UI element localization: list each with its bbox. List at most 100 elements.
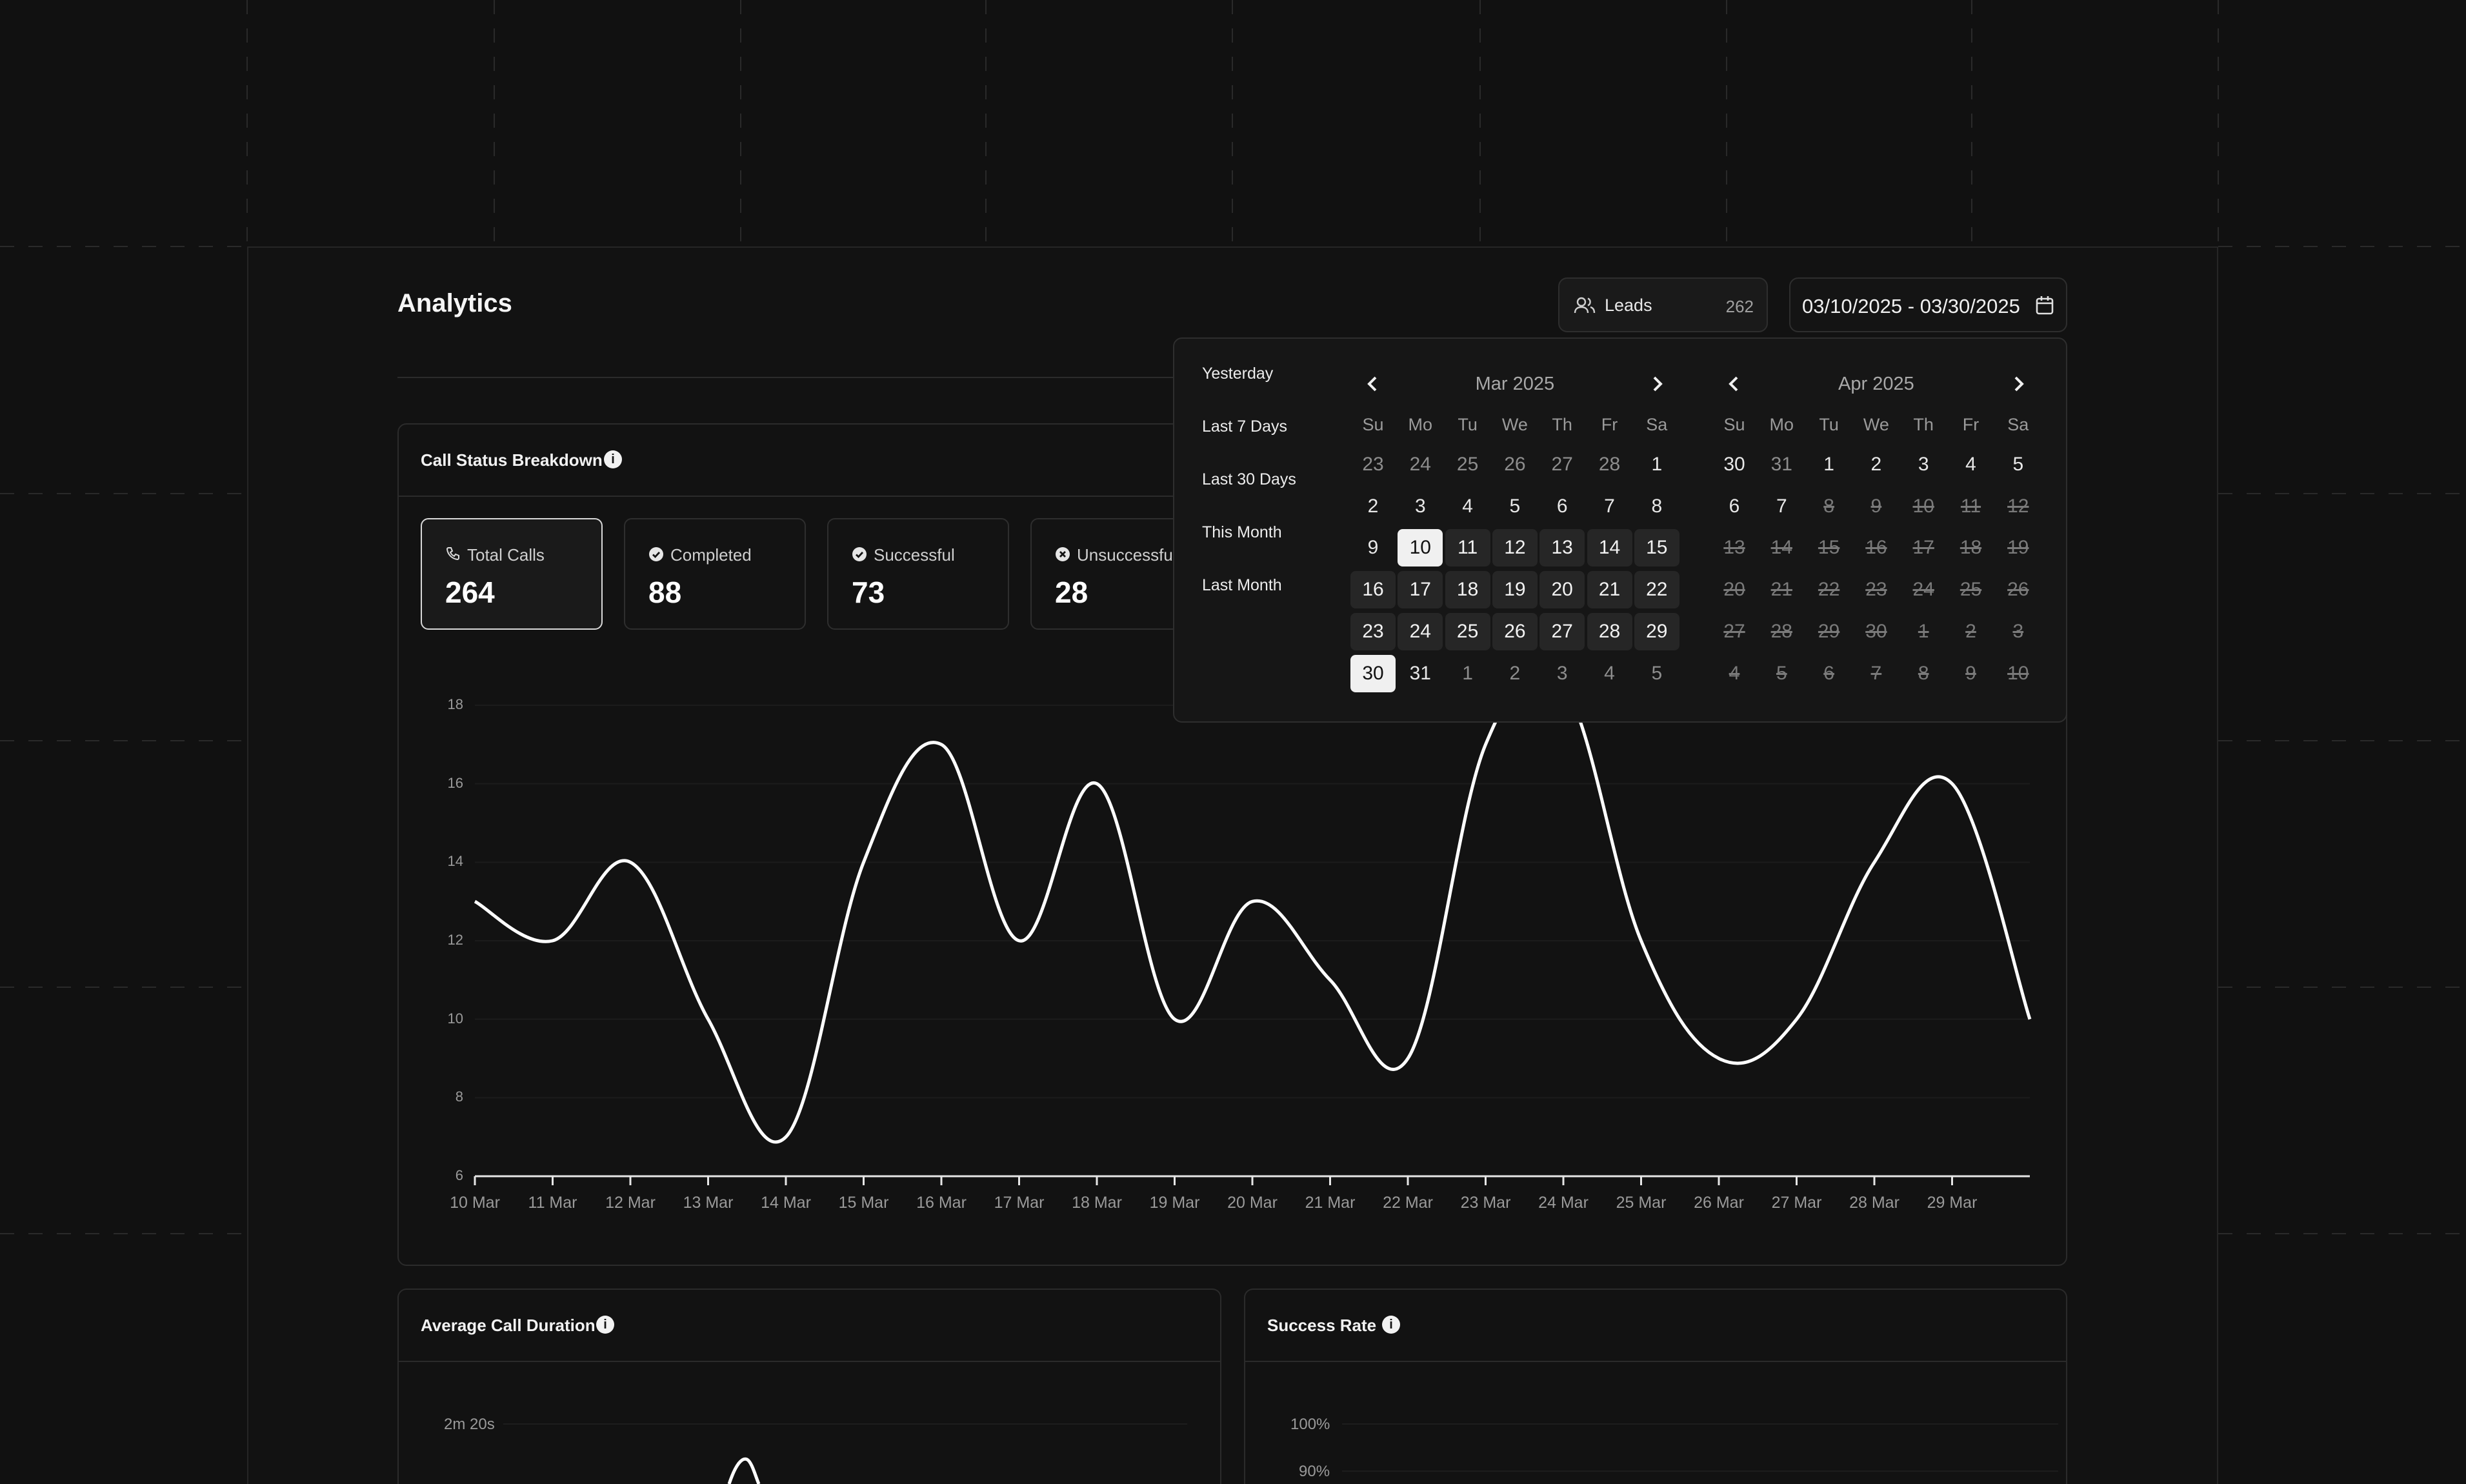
weekday-label: Su bbox=[1723, 415, 1745, 434]
calendar-day[interactable]: 5 bbox=[1634, 655, 1679, 692]
calendar-day[interactable]: 2 bbox=[1854, 446, 1899, 483]
calendar-day[interactable]: 19 bbox=[1492, 571, 1538, 609]
weekday-label: Th bbox=[1913, 415, 1934, 434]
calendar-day[interactable]: 2 bbox=[1492, 655, 1538, 692]
calendar-day[interactable]: 25 bbox=[1445, 446, 1490, 483]
card-header: Success Rate i bbox=[1245, 1290, 2066, 1362]
calendar-day[interactable]: 28 bbox=[1587, 446, 1632, 483]
calendar-day: 20 bbox=[1723, 579, 1745, 601]
y-tick-label: 2m 20s bbox=[444, 1416, 495, 1433]
calendar-day[interactable]: 27 bbox=[1539, 612, 1585, 650]
calendar-day: 5 bbox=[1776, 662, 1787, 684]
calendar-day[interactable]: 29 bbox=[1634, 612, 1679, 650]
prev-month-chevron-left-icon[interactable] bbox=[1360, 371, 1386, 397]
stat-label: Successful bbox=[874, 545, 955, 565]
calendar-day[interactable]: 6 bbox=[1712, 488, 1757, 525]
calendar-day[interactable]: 7 bbox=[1587, 488, 1632, 525]
calendar-day[interactable]: 22 bbox=[1634, 571, 1679, 609]
prev-month-chevron-left-icon[interactable] bbox=[1721, 371, 1747, 397]
calendar-day: 9 bbox=[1870, 495, 1882, 517]
calendar-day: 8 bbox=[1823, 495, 1834, 517]
calendar-day: 26 bbox=[2007, 579, 2029, 601]
calendar-day[interactable]: 26 bbox=[1492, 446, 1538, 483]
calendar-day[interactable]: 31 bbox=[1398, 655, 1443, 692]
calendar-day: 10 bbox=[1912, 495, 1934, 517]
calendar-day[interactable]: 6 bbox=[1539, 488, 1585, 525]
date-range-button[interactable]: 03/10/2025 - 03/30/2025 bbox=[1789, 277, 2067, 332]
stat-completed[interactable]: Completed 88 bbox=[624, 518, 806, 630]
x-tick-label: 23 Mar bbox=[1460, 1194, 1511, 1212]
card-title: Success Rate bbox=[1267, 1316, 1377, 1335]
calendar-day[interactable]: 12 bbox=[1492, 529, 1538, 567]
calendar-day[interactable]: 17 bbox=[1398, 571, 1443, 609]
preset-last-30-days[interactable]: Last 30 Days bbox=[1202, 470, 1296, 489]
calendar-day: 30 bbox=[1865, 620, 1887, 642]
calendar-day[interactable]: 5 bbox=[1492, 488, 1538, 525]
calendar-day[interactable]: 28 bbox=[1587, 612, 1632, 650]
calendar-day[interactable]: 30 bbox=[1350, 654, 1396, 692]
users-icon bbox=[1574, 297, 1596, 314]
calendar-day[interactable]: 24 bbox=[1398, 612, 1443, 650]
preset-this-month[interactable]: This Month bbox=[1202, 523, 1282, 542]
calendar-day[interactable]: 11 bbox=[1445, 529, 1490, 567]
calendar-day[interactable]: 8 bbox=[1634, 488, 1679, 525]
preset-yesterday[interactable]: Yesterday bbox=[1202, 365, 1273, 383]
next-month-chevron-right-icon[interactable] bbox=[1644, 371, 1670, 397]
info-icon[interactable]: i bbox=[1382, 1316, 1400, 1334]
calendar-day[interactable]: 14 bbox=[1587, 529, 1632, 567]
calendar-day: 16 bbox=[1865, 537, 1887, 559]
calendar-day: 19 bbox=[2007, 537, 2029, 559]
calendar-day[interactable]: 30 bbox=[1712, 446, 1757, 483]
calendar-day[interactable]: 10 bbox=[1398, 529, 1443, 567]
info-icon[interactable]: i bbox=[604, 450, 622, 468]
x-tick-label: 16 Mar bbox=[916, 1194, 967, 1212]
calendar-day[interactable]: 1 bbox=[1807, 446, 1852, 483]
calendar-day[interactable]: 15 bbox=[1634, 529, 1679, 567]
calendar-day[interactable]: 24 bbox=[1398, 446, 1443, 483]
calendar-day: 15 bbox=[1818, 537, 1840, 559]
calendar-day[interactable]: 21 bbox=[1587, 571, 1632, 609]
calendar-day: 8 bbox=[1918, 662, 1929, 684]
calendar-day[interactable]: 1 bbox=[1445, 655, 1490, 692]
x-tick-label: 21 Mar bbox=[1305, 1194, 1356, 1212]
y-tick-label: 14 bbox=[447, 853, 463, 870]
calendar-day[interactable]: 9 bbox=[1350, 529, 1396, 567]
calendar-day[interactable]: 20 bbox=[1539, 571, 1585, 609]
calendar-day[interactable]: 4 bbox=[1949, 446, 1994, 483]
stat-successful[interactable]: Successful 73 bbox=[827, 518, 1009, 630]
calendar-day[interactable]: 23 bbox=[1350, 446, 1396, 483]
calendar-day[interactable]: 27 bbox=[1539, 446, 1585, 483]
info-icon[interactable]: i bbox=[596, 1316, 614, 1334]
calendar-day[interactable]: 3 bbox=[1539, 655, 1585, 692]
stat-value: 28 bbox=[1055, 576, 1088, 609]
calendar-day[interactable]: 7 bbox=[1759, 488, 1804, 525]
x-tick-label: 17 Mar bbox=[994, 1194, 1045, 1212]
x-tick-label: 25 Mar bbox=[1616, 1194, 1667, 1212]
preset-last-month[interactable]: Last Month bbox=[1202, 576, 1282, 595]
stat-total-calls[interactable]: Total Calls 264 bbox=[421, 518, 603, 630]
weekday-label: Su bbox=[1362, 415, 1384, 434]
calendar-day[interactable]: 25 bbox=[1445, 612, 1490, 650]
calendar-day[interactable]: 5 bbox=[1996, 446, 2041, 483]
calendar-day: 10 bbox=[2007, 662, 2029, 684]
calendar-day: 28 bbox=[1770, 620, 1792, 642]
calendar-day[interactable]: 18 bbox=[1445, 571, 1490, 609]
leads-filter-button[interactable]: Leads 262 bbox=[1558, 277, 1768, 332]
stat-value: 73 bbox=[852, 576, 885, 609]
calendar-day[interactable]: 4 bbox=[1445, 488, 1490, 525]
calendar-day[interactable]: 13 bbox=[1539, 529, 1585, 567]
calendar-day[interactable]: 2 bbox=[1350, 488, 1396, 525]
calendar-day[interactable]: 3 bbox=[1398, 488, 1443, 525]
calendar-day[interactable]: 26 bbox=[1492, 612, 1538, 650]
calendar-day: 27 bbox=[1723, 620, 1745, 642]
calendar-day[interactable]: 16 bbox=[1350, 571, 1396, 609]
calendar-day[interactable]: 1 bbox=[1634, 446, 1679, 483]
calendar-day: 6 bbox=[1823, 662, 1834, 684]
page-title: Analytics bbox=[397, 289, 512, 317]
calendar-day[interactable]: 31 bbox=[1759, 446, 1804, 483]
next-month-chevron-right-icon[interactable] bbox=[2005, 371, 2031, 397]
calendar-day[interactable]: 3 bbox=[1901, 446, 1946, 483]
calendar-day[interactable]: 4 bbox=[1587, 655, 1632, 692]
calendar-day[interactable]: 23 bbox=[1350, 612, 1396, 650]
preset-last-7-days[interactable]: Last 7 Days bbox=[1202, 417, 1287, 436]
